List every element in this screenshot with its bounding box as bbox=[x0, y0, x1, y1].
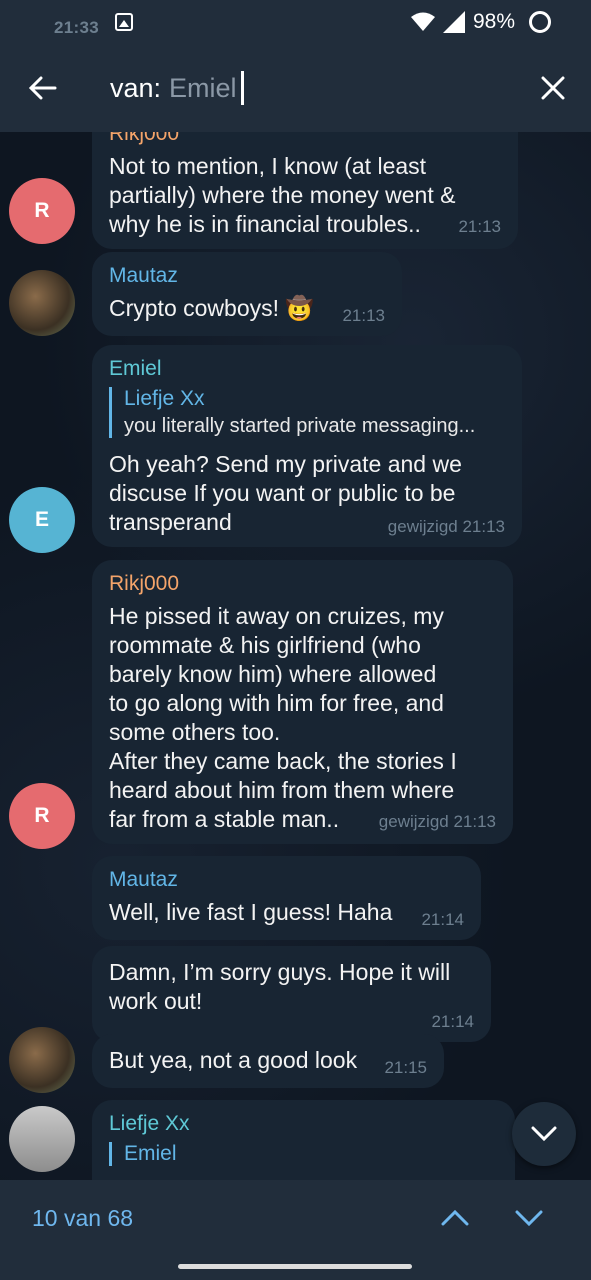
avatar[interactable]: R bbox=[9, 783, 75, 849]
message-bubble[interactable]: Mautaz Well, live fast I guess! Haha 21:… bbox=[92, 856, 481, 940]
reply-preview[interactable]: Liefje Xx you literally started private … bbox=[109, 387, 505, 438]
status-right: 98% bbox=[410, 10, 551, 34]
wifi-icon bbox=[410, 12, 435, 31]
scroll-down-button[interactable] bbox=[512, 1102, 576, 1166]
signal-icon bbox=[442, 11, 465, 33]
status-time: 21:33 bbox=[54, 18, 99, 37]
battery-icon bbox=[529, 11, 551, 33]
avatar[interactable]: E bbox=[9, 487, 75, 553]
close-search-button[interactable] bbox=[515, 44, 591, 132]
search-prefix: van: bbox=[110, 72, 162, 103]
reply-preview[interactable]: Emiel bbox=[109, 1142, 498, 1166]
gesture-handle[interactable] bbox=[178, 1264, 412, 1269]
message-time: 21:13 bbox=[458, 217, 501, 236]
message-time: 21:15 bbox=[384, 1058, 427, 1077]
close-icon bbox=[541, 76, 565, 100]
next-result-button[interactable] bbox=[499, 1188, 559, 1248]
message-sender: Mautaz bbox=[109, 868, 178, 891]
chevron-down-icon bbox=[515, 1210, 543, 1226]
search-input[interactable]: van: Emiel bbox=[86, 44, 515, 132]
avatar[interactable] bbox=[9, 1106, 75, 1172]
back-button[interactable] bbox=[0, 44, 86, 132]
message-sender: Rikj000 bbox=[109, 132, 180, 145]
message-time: 21:14 bbox=[421, 910, 464, 929]
message-sender: Rikj000 bbox=[109, 572, 180, 595]
message-bubble[interactable]: Damn, I’m sorry guys. Hope it will work … bbox=[92, 946, 491, 1042]
message-time: gewijzigd 21:13 bbox=[378, 812, 496, 831]
text-cursor bbox=[240, 71, 244, 105]
previous-result-button[interactable] bbox=[425, 1188, 485, 1248]
chat-area[interactable]: Rikj000 Not to mention, I know (at least… bbox=[0, 132, 591, 1180]
message-sender: Emiel bbox=[109, 357, 162, 380]
message-time: 21:14 bbox=[431, 1012, 474, 1031]
message-text: Well, live fast I guess! Haha bbox=[109, 899, 393, 925]
system-nav-bar bbox=[0, 1256, 591, 1280]
arrow-left-icon bbox=[29, 76, 57, 100]
message-bubble[interactable]: Rikj000 Not to mention, I know (at least… bbox=[92, 132, 518, 249]
avatar[interactable]: R bbox=[9, 178, 75, 244]
status-bar: 21:33 98% bbox=[0, 0, 591, 44]
message-text: Not to mention, I know (at least partial… bbox=[109, 153, 456, 237]
message-sender: Mautaz bbox=[109, 264, 178, 287]
battery-level: 98% bbox=[472, 10, 515, 33]
reply-text: you literally started private messaging.… bbox=[124, 415, 476, 437]
reply-sender: Liefje Xx bbox=[124, 387, 205, 410]
search-header: van: Emiel bbox=[0, 44, 591, 132]
chevron-up-icon bbox=[441, 1210, 469, 1226]
search-results-bar: 10 van 68 bbox=[0, 1180, 591, 1256]
avatar[interactable] bbox=[9, 270, 75, 336]
message-text: He pissed it away on cruizes, my roommat… bbox=[109, 603, 457, 832]
message-bubble[interactable]: Mautaz Crypto cowboys! 🤠 21:13 bbox=[92, 252, 402, 336]
reply-sender: Emiel bbox=[124, 1142, 177, 1165]
message-text: Crypto cowboys! 🤠 bbox=[109, 295, 315, 321]
message-time: gewijzigd 21:13 bbox=[387, 517, 505, 536]
chevron-down-icon bbox=[531, 1126, 557, 1142]
result-counter: 10 van 68 bbox=[32, 1204, 134, 1231]
avatar[interactable] bbox=[9, 1027, 75, 1093]
message-bubble[interactable]: Rikj000 He pissed it away on cruizes, my… bbox=[92, 560, 513, 844]
message-bubble[interactable]: Emiel Liefje Xx you literally started pr… bbox=[92, 345, 522, 547]
image-notification-icon bbox=[114, 13, 133, 31]
message-bubble[interactable]: Liefje Xx Emiel bbox=[92, 1100, 515, 1180]
message-text: But yea, not a good look bbox=[109, 1047, 358, 1073]
message-bubble[interactable]: But yea, not a good look 21:15 bbox=[92, 1034, 444, 1088]
search-value: Emiel bbox=[169, 72, 237, 103]
message-sender: Liefje Xx bbox=[109, 1112, 190, 1135]
message-time: 21:13 bbox=[342, 306, 385, 325]
message-text: Damn, I’m sorry guys. Hope it will work … bbox=[109, 959, 451, 1014]
